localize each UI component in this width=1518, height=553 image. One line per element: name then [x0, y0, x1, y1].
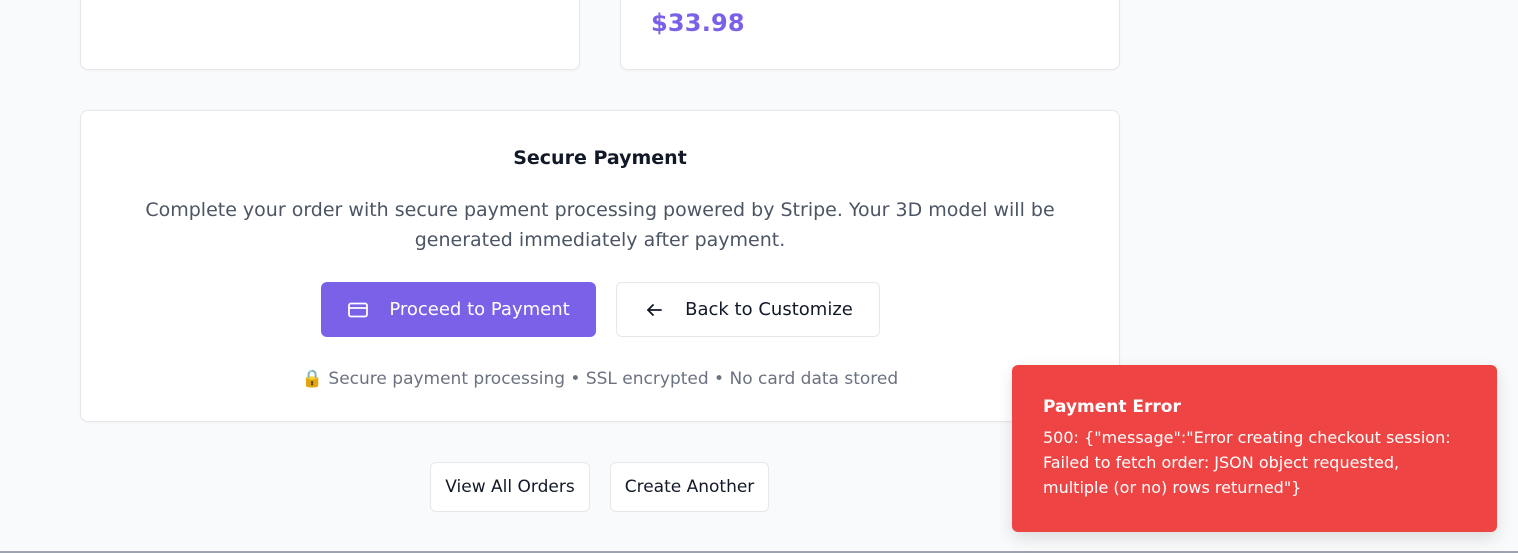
back-to-customize-label: Back to Customize	[685, 299, 853, 320]
payment-title: Secure Payment	[513, 147, 687, 169]
secure-note-text: Secure payment processing • SSL encrypte…	[328, 369, 899, 389]
payment-error-toast[interactable]: Payment Error 500: {"message":"Error cre…	[1012, 365, 1497, 532]
credit-card-icon	[347, 299, 369, 321]
toast-title: Payment Error	[1043, 397, 1181, 417]
secure-payment-card: Secure Payment Complete your order with …	[80, 110, 1120, 422]
lock-icon: 🔒	[301, 369, 324, 389]
back-to-customize-button[interactable]: Back to Customize	[616, 282, 880, 337]
payment-description: Complete your order with secure payment …	[145, 199, 1055, 251]
toast-message: 500: {"message":"Error creating checkout…	[1043, 428, 1451, 497]
arrow-left-icon	[643, 299, 665, 321]
order-details-card	[80, 0, 580, 70]
order-summary-card: $33.98	[620, 0, 1120, 70]
secure-payment-note: 🔒 Secure payment processing • SSL encryp…	[81, 369, 1119, 389]
proceed-to-payment-label: Proceed to Payment	[389, 299, 570, 320]
create-another-button[interactable]: Create Another	[610, 462, 769, 512]
total-price: $33.98	[651, 9, 745, 37]
checkout-page: $33.98 Secure Payment Complete your orde…	[0, 0, 1518, 553]
proceed-to-payment-button[interactable]: Proceed to Payment	[321, 282, 596, 337]
view-all-orders-button[interactable]: View All Orders	[430, 462, 590, 512]
